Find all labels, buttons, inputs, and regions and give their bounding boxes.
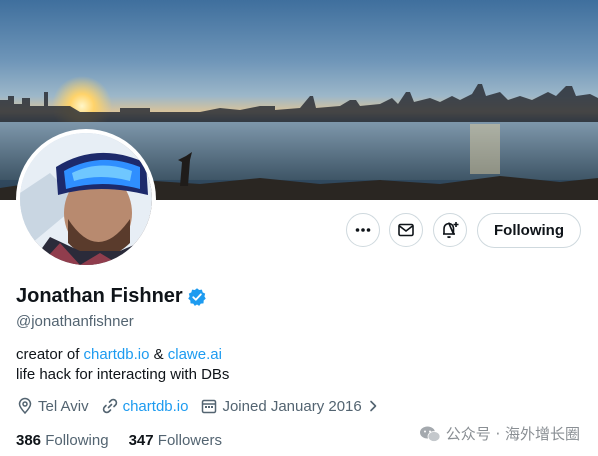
bio-line-2: life hack for interacting with DBs	[16, 366, 230, 383]
following-label: Following	[45, 432, 109, 449]
follow-stats: 386 Following 347 Followers	[16, 432, 242, 449]
joined-text: Joined January 2016	[222, 397, 362, 415]
website-item[interactable]: chartdb.io	[101, 397, 189, 415]
profile-bio: creator of chartdb.io & clawe.ai life ha…	[16, 345, 229, 385]
calendar-icon	[202, 399, 217, 414]
location-pin-icon	[18, 397, 32, 415]
followers-stat[interactable]: 347 Followers	[129, 432, 222, 449]
watermark: 公众号 · 海外增长圈	[419, 423, 580, 444]
avatar-image	[20, 133, 152, 265]
profile-meta: Tel Aviv chartdb.io Joined January 2016	[16, 397, 396, 415]
verified-badge-icon[interactable]	[187, 287, 207, 307]
location-item: Tel Aviv	[16, 397, 89, 415]
message-button[interactable]	[389, 213, 423, 247]
notifications-button[interactable]	[433, 213, 467, 247]
bell-plus-icon	[443, 222, 459, 239]
followers-label: Followers	[157, 432, 222, 449]
more-button[interactable]	[346, 213, 380, 247]
following-button[interactable]: Following	[477, 213, 581, 248]
bio-link-clawe[interactable]: clawe.ai	[168, 346, 222, 363]
following-count: 386	[16, 432, 42, 449]
bio-link-chartdb[interactable]: chartdb.io	[84, 346, 150, 363]
bio-prefix: creator of	[16, 346, 84, 363]
wechat-icon	[419, 426, 441, 442]
profile-name: Jonathan Fishner	[16, 285, 183, 307]
watermark-text: 公众号 · 海外增长圈	[445, 425, 580, 443]
website-link[interactable]: chartdb.io	[123, 398, 189, 415]
location-text: Tel Aviv	[38, 397, 89, 415]
profile-name-row: Jonathan Fishner	[16, 285, 207, 308]
avatar[interactable]	[16, 129, 156, 269]
bio-line-1: creator of chartdb.io & clawe.ai	[16, 345, 229, 365]
followers-count: 347	[128, 432, 154, 449]
bio-amp: &	[149, 346, 168, 363]
link-icon	[102, 398, 117, 414]
mail-icon	[398, 223, 414, 237]
chevron-right-icon	[369, 400, 377, 412]
more-icon	[355, 228, 371, 232]
joined-item[interactable]: Joined January 2016	[200, 397, 383, 415]
following-stat[interactable]: 386 Following	[16, 432, 109, 449]
profile-handle: @jonathanfishner	[16, 313, 134, 330]
